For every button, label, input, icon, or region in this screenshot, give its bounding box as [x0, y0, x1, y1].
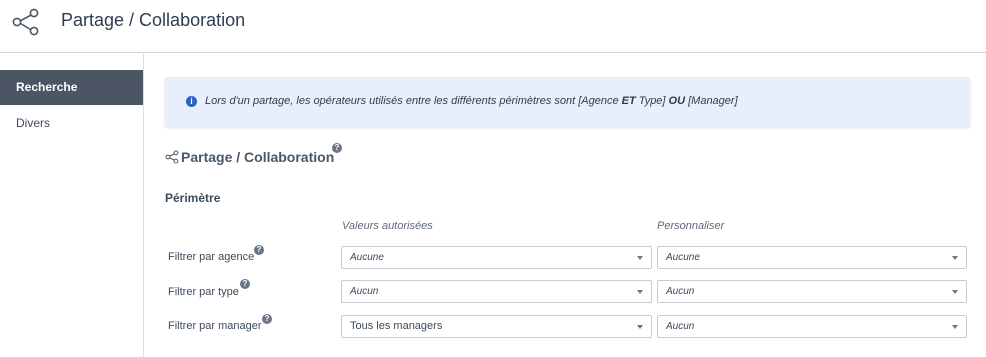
- help-icon[interactable]: ?: [332, 143, 342, 153]
- chevron-down-icon: [637, 256, 643, 260]
- column-header-allowed: Valeurs autorisées: [342, 220, 433, 232]
- filter-type-label: Filtrer par type: [168, 286, 239, 298]
- filter-manager-label: Filtrer par manager: [168, 320, 262, 332]
- manager-custom-select[interactable]: Aucun: [657, 315, 967, 338]
- column-header-custom: Personnaliser: [657, 220, 725, 232]
- info-text: Lors d'un partage, les opérateurs utilis…: [205, 95, 738, 107]
- chevron-down-icon: [952, 256, 958, 260]
- chevron-down-icon: [952, 290, 958, 294]
- manager-allowed-select[interactable]: Tous les managers: [341, 315, 652, 338]
- type-custom-select[interactable]: Aucun: [657, 280, 967, 303]
- agency-allowed-select[interactable]: Aucune: [341, 246, 652, 269]
- sidebar: Recherche Divers: [0, 54, 144, 357]
- page-title: Partage / Collaboration: [61, 10, 246, 30]
- help-icon[interactable]: ?: [254, 245, 264, 255]
- chevron-down-icon: [637, 290, 643, 294]
- share-icon: [12, 8, 39, 36]
- filter-agency-label: Filtrer par agence: [168, 251, 255, 263]
- perimetre-heading: Périmètre: [165, 191, 221, 205]
- chevron-down-icon: [637, 325, 643, 329]
- help-icon[interactable]: ?: [262, 314, 272, 324]
- sidebar-item-divers[interactable]: Divers: [0, 106, 143, 141]
- type-allowed-select[interactable]: Aucun: [341, 280, 652, 303]
- app-header: Partage / Collaboration: [0, 0, 986, 53]
- share-icon: [165, 150, 179, 164]
- info-icon: i: [186, 96, 197, 107]
- chevron-down-icon: [952, 325, 958, 329]
- help-icon[interactable]: ?: [240, 279, 250, 289]
- sidebar-item-recherche[interactable]: Recherche: [0, 70, 143, 105]
- info-banner: i Lors d'un partage, les opérateurs util…: [165, 77, 970, 127]
- section-title-label: Partage / Collaboration: [181, 149, 335, 165]
- agency-custom-select[interactable]: Aucune: [657, 246, 967, 269]
